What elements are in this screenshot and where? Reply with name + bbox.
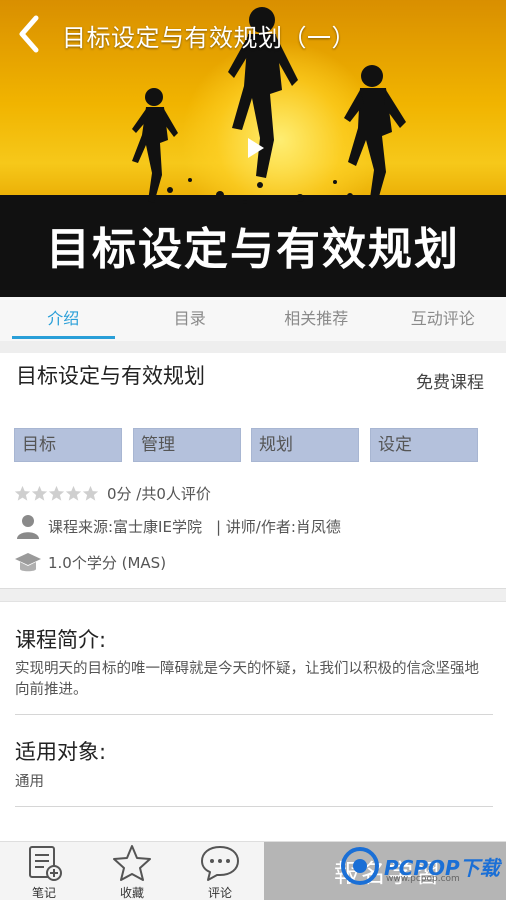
- audience-body: 通用: [15, 774, 44, 790]
- comment-button[interactable]: 评论: [176, 842, 264, 900]
- pcpop-logo-icon: [341, 847, 379, 885]
- tag-item[interactable]: 设定: [370, 428, 478, 462]
- tab-recommend[interactable]: 相关推荐: [253, 297, 380, 341]
- star-icon: [82, 485, 99, 501]
- course-title: 目标设定与有效规划: [16, 364, 205, 388]
- chat-bubble-icon: [201, 846, 239, 881]
- tab-bar: 介绍 目录 相关推荐 互动评论: [0, 297, 506, 341]
- play-button[interactable]: [236, 130, 272, 166]
- tag-item[interactable]: 目标: [14, 428, 122, 462]
- favorite-button[interactable]: 收藏: [88, 842, 176, 900]
- watermark-url: www.pcpop.com: [386, 874, 460, 884]
- star-icon: [48, 485, 65, 501]
- star-icon: [65, 485, 82, 501]
- notes-button[interactable]: 笔记: [0, 842, 88, 900]
- video-player[interactable]: 目标设定与有效规划 目标设定与有效规划（一）: [0, 0, 506, 297]
- tag-item[interactable]: 管理: [133, 428, 241, 462]
- favorite-label: 收藏: [119, 886, 144, 900]
- course-credit: 1.0个学分 (MAS): [48, 553, 167, 572]
- credit-row: 1.0个学分 (MAS): [14, 547, 166, 577]
- chevron-left-icon: [19, 15, 39, 53]
- notes-label: 笔记: [31, 886, 56, 900]
- tag-list: 目标 管理 规划 设定: [14, 428, 494, 462]
- star-icon: [31, 485, 48, 501]
- course-type-badge: 免费课程: [416, 373, 484, 393]
- course-source: 课程来源:富士康IE学院: [48, 517, 202, 536]
- course-lecturer: | 讲师/作者:肖凤德: [215, 517, 341, 536]
- rating-row: 0分 /共0人评价: [14, 481, 211, 505]
- tab-divider: [0, 341, 506, 353]
- person-icon: [17, 515, 39, 539]
- graduation-cap-icon: [15, 553, 41, 572]
- splash-decoration: [167, 178, 353, 204]
- page-title: 目标设定与有效规划（一）: [62, 24, 356, 52]
- note-edit-icon: [29, 846, 62, 881]
- intro-body: 实现明天的目标的唯一障碍就是今天的怀疑，让我们以积极的信念坚强地向前推进。: [15, 661, 479, 698]
- rating-text: 0分 /共0人评价: [107, 484, 211, 503]
- play-icon: [248, 138, 264, 158]
- tab-intro[interactable]: 介绍: [0, 297, 127, 341]
- comment-label: 评论: [207, 886, 232, 900]
- audience-divider: [15, 806, 493, 807]
- section-divider: [0, 588, 506, 602]
- video-banner-text: 目标设定与有效规划: [46, 224, 460, 275]
- intro-divider: [15, 714, 493, 715]
- star-outline-icon: [113, 845, 151, 881]
- tab-comments[interactable]: 互动评论: [380, 297, 506, 341]
- back-button[interactable]: [12, 12, 48, 56]
- audience-heading: 适用对象:: [15, 740, 107, 764]
- intro-heading: 课程简介:: [15, 628, 107, 652]
- star-icon: [14, 485, 31, 501]
- source-row: 课程来源:富士康IE学院 | 讲师/作者:肖凤德: [14, 511, 341, 541]
- tab-catalog[interactable]: 目录: [127, 297, 254, 341]
- tag-item[interactable]: 规划: [251, 428, 359, 462]
